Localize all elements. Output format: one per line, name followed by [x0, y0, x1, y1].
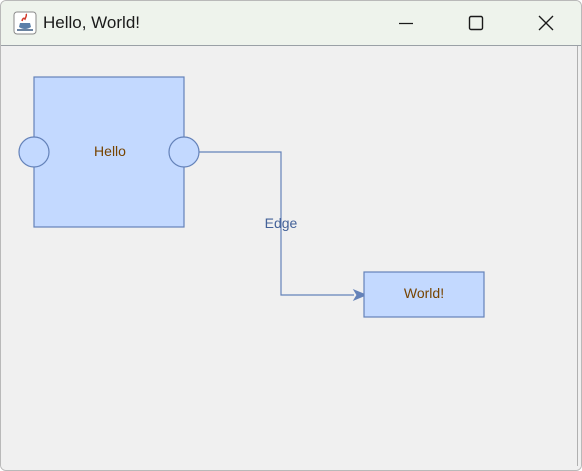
world-node-label: World! — [403, 285, 445, 301]
maximize-button[interactable] — [441, 1, 511, 45]
minimize-button[interactable] — [371, 1, 441, 45]
graph-canvas[interactable]: Hello Edge World! — [1, 46, 581, 470]
maximize-icon — [468, 15, 484, 31]
minimize-icon — [398, 15, 414, 31]
graph-svg — [18, 76, 485, 318]
close-button[interactable] — [511, 1, 581, 45]
edge-label: Edge — [264, 215, 298, 231]
application-window: Hello, World! Hello Edge World! — [0, 0, 582, 471]
window-title: Hello, World! — [43, 13, 140, 32]
canvas-divider — [577, 46, 578, 466]
java-coffee-cup-icon[interactable] — [13, 11, 37, 35]
hello-left-port[interactable] — [18, 136, 50, 168]
close-icon — [538, 15, 554, 31]
hello-right-port[interactable] — [168, 136, 200, 168]
hello-node-label: Hello — [94, 143, 126, 159]
title-bar[interactable]: Hello, World! — [1, 1, 581, 46]
